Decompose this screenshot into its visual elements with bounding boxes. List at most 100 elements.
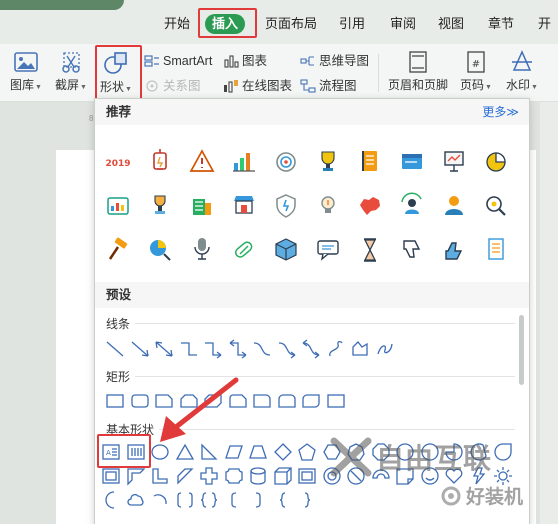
round-diagonal-rect-shape[interactable]: [300, 390, 322, 412]
freeform-shape[interactable]: [349, 338, 371, 360]
snip-single-corner-rect-shape[interactable]: [153, 390, 175, 412]
chart-button[interactable]: 图表: [223, 51, 267, 71]
chat-icon[interactable]: [313, 235, 343, 265]
tab-insert[interactable]: 插入: [205, 14, 246, 34]
pie-chart-icon[interactable]: [481, 147, 511, 177]
right-brace-shape[interactable]: [296, 489, 318, 511]
vertical-textbox-icon[interactable]: [125, 441, 147, 463]
warning-icon[interactable]: [187, 147, 217, 177]
online-chart-button[interactable]: 在线图表: [223, 76, 292, 96]
china-map-icon[interactable]: [355, 191, 385, 221]
diamond-shape[interactable]: [272, 441, 294, 463]
hammer-icon[interactable]: [103, 235, 133, 265]
thumbs-down-icon[interactable]: [397, 235, 427, 265]
trophy-icon[interactable]: [313, 147, 343, 177]
curved-connector-shape[interactable]: [251, 338, 273, 360]
rectangle-shape[interactable]: [104, 390, 126, 412]
thumbs-up-icon[interactable]: [439, 235, 469, 265]
document-icon[interactable]: [481, 235, 511, 265]
right-bracket-shape[interactable]: [247, 489, 269, 511]
shapes-button[interactable]: 形状▼: [94, 48, 138, 100]
picture-button[interactable]: 图库▼: [4, 48, 48, 100]
target-icon[interactable]: [271, 147, 301, 177]
cup-icon[interactable]: [145, 191, 175, 221]
dashboard-icon[interactable]: [103, 191, 133, 221]
arrow-line-shape[interactable]: [129, 338, 151, 360]
hourglass-icon[interactable]: [355, 235, 385, 265]
half-frame-shape[interactable]: [125, 465, 147, 487]
curved-double-arrow-shape[interactable]: [300, 338, 322, 360]
round-same-side-rect-shape[interactable]: [276, 390, 298, 412]
shop-icon[interactable]: [229, 191, 259, 221]
calendar-2019-icon[interactable]: 2019: [103, 147, 133, 177]
line-shape[interactable]: [104, 338, 126, 360]
cube-icon[interactable]: [271, 235, 301, 265]
oval-shape[interactable]: [149, 441, 171, 463]
trapezoid-shape[interactable]: [247, 441, 269, 463]
l-shape[interactable]: [149, 465, 171, 487]
tab-chapter[interactable]: 章节: [488, 14, 514, 34]
notebook-icon[interactable]: [355, 147, 385, 177]
plaque-shape[interactable]: [223, 465, 245, 487]
rounded-rectangle-shape[interactable]: [129, 390, 151, 412]
arc-shape[interactable]: [149, 489, 171, 511]
elbow-double-arrow-shape[interactable]: [227, 338, 249, 360]
pentagon-shape[interactable]: [296, 441, 318, 463]
cube-shape[interactable]: [272, 465, 294, 487]
frame-shape[interactable]: [100, 465, 122, 487]
more-link[interactable]: 更多≫: [482, 99, 519, 125]
snip-diagonal-rect-shape[interactable]: [202, 390, 224, 412]
frame-rect-shape[interactable]: [325, 390, 347, 412]
snip-round-rect-shape[interactable]: [227, 390, 249, 412]
curved-arrow-connector-shape[interactable]: [276, 338, 298, 360]
elbow-arrow-connector-shape[interactable]: [202, 338, 224, 360]
tab-home[interactable]: 开始: [164, 14, 190, 34]
screenshot-button[interactable]: 截屏▼: [49, 48, 93, 100]
pie-search-icon[interactable]: [145, 235, 175, 265]
snip-same-side-rect-shape[interactable]: [178, 390, 200, 412]
cloud-shape[interactable]: [125, 489, 147, 511]
round-single-corner-rect-shape[interactable]: [251, 390, 273, 412]
relation-chart-button[interactable]: 关系图: [144, 76, 201, 96]
tab-references[interactable]: 引用: [339, 14, 365, 34]
double-arrow-line-shape[interactable]: [153, 338, 175, 360]
bar-chart-icon[interactable]: [229, 147, 259, 177]
tab-page-layout[interactable]: 页面布局: [265, 14, 317, 34]
mindmap-button[interactable]: 思维导图: [300, 51, 369, 71]
presentation-icon[interactable]: [439, 147, 469, 177]
lantern-icon[interactable]: [145, 147, 175, 177]
triangle-shape[interactable]: [174, 441, 196, 463]
double-brace-shape[interactable]: [198, 489, 220, 511]
watermark-button[interactable]: 水印▼: [500, 48, 544, 100]
microphone-icon[interactable]: [187, 235, 217, 265]
cross-shape[interactable]: [198, 465, 220, 487]
double-bracket-shape[interactable]: [174, 489, 196, 511]
tab-view[interactable]: 视图: [438, 14, 464, 34]
lightbulb-icon[interactable]: [313, 191, 343, 221]
tab-review[interactable]: 审阅: [390, 14, 416, 34]
window-icon[interactable]: [397, 147, 427, 177]
parallelogram-shape[interactable]: [223, 441, 245, 463]
smartart-button[interactable]: SmartArt: [144, 51, 212, 71]
flowchart-button[interactable]: 流程图: [300, 76, 357, 96]
shield-icon[interactable]: [271, 191, 301, 221]
user-icon[interactable]: [439, 191, 469, 221]
horizontal-textbox-icon[interactable]: A: [100, 441, 122, 463]
header-footer-button[interactable]: 页眉和页脚: [386, 48, 450, 100]
pill-icon[interactable]: [229, 235, 259, 265]
bevel-shape[interactable]: [296, 465, 318, 487]
person-refresh-icon[interactable]: [397, 191, 427, 221]
scribble-shape[interactable]: [374, 338, 396, 360]
left-bracket-shape[interactable]: [223, 489, 245, 511]
page-number-button[interactable]: # 页码▼: [454, 48, 498, 100]
right-triangle-shape[interactable]: [198, 441, 220, 463]
diagonal-stripe-shape[interactable]: [174, 465, 196, 487]
search-gear-icon[interactable]: [481, 191, 511, 221]
left-brace-shape[interactable]: [272, 489, 294, 511]
can-shape[interactable]: [247, 465, 269, 487]
elbow-connector-shape[interactable]: [178, 338, 200, 360]
tab-developer[interactable]: 开: [538, 14, 551, 34]
building-icon[interactable]: [187, 191, 217, 221]
moon-shape[interactable]: [100, 489, 122, 511]
panel-scrollbar-thumb[interactable]: [519, 315, 524, 385]
